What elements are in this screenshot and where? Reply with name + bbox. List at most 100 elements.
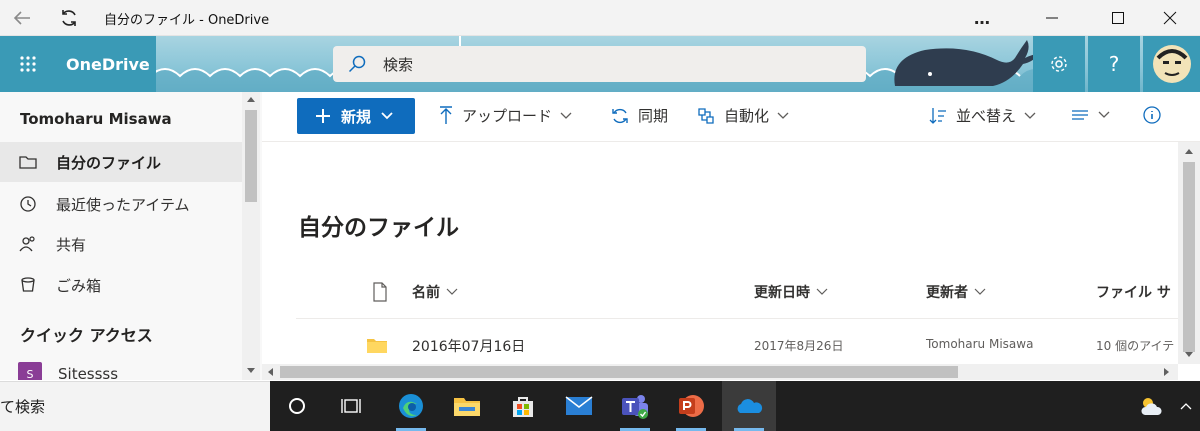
minimize-icon[interactable] [1040,6,1064,30]
sort-label: 並べ替え [956,107,1017,125]
site-item[interactable]: S Sitessss [18,362,118,380]
folder-icon [19,156,37,169]
scroll-left-icon [268,368,273,376]
taskbar-search-text: て検索 [0,398,46,416]
nav-label: 自分のファイル [56,153,162,172]
chevron-down-icon [381,112,393,120]
weather-widget[interactable] [1124,381,1178,431]
scroll-down-icon [247,368,255,373]
gear-icon [1051,56,1067,72]
upload-icon [440,105,452,124]
row-modified: 2017年8月26日 [754,339,844,353]
command-bar: 新規 アップロード 同期 自動化 並べ替え [262,92,1200,142]
powerpoint-icon [679,395,704,417]
sidebar-scrollbar[interactable] [242,92,260,380]
search-input[interactable]: 検索 [333,46,866,82]
column-modified-by-label: 更新者 [926,285,968,301]
close-icon[interactable] [1158,6,1182,30]
column-header-modified-by[interactable]: 更新者 [926,282,986,302]
quick-access-heading: クイック アクセス [20,326,153,345]
file-explorer-app[interactable] [440,381,494,431]
document-icon [373,282,387,302]
row-file-size: 10 個のアイテ [1096,339,1175,353]
file-type-column-header[interactable] [366,282,388,302]
onedrive-icon [737,399,763,413]
column-header-file-size[interactable]: ファイル サ [1096,282,1171,302]
nav-item-shared[interactable]: 共有 [0,224,242,264]
search-icon [348,55,366,73]
app-header: OneDrive 検索 ? [0,36,1200,92]
nav-item-recent[interactable]: 最近使ったアイテム [0,184,242,224]
more-options-icon[interactable]: … [970,6,994,30]
main-horizontal-scrollbar[interactable] [262,364,1178,380]
taskbar-search-box[interactable]: て検索 [0,381,270,431]
history-icon [20,196,36,212]
weather-icon [1141,398,1162,415]
file-list-region: 自分のファイル 名前 更新日時 更新者 ファイル サ 2016年07月16日 2… [262,142,1178,364]
upload-button[interactable]: アップロード [438,105,580,126]
help-button[interactable]: ? [1088,36,1140,92]
window-titlebar: 自分のファイル - OneDrive … [0,0,1200,36]
powerpoint-app[interactable] [664,381,718,431]
show-hidden-icons-button[interactable] [1172,381,1200,431]
site-label: Sitessss [58,365,119,380]
main-horizontal-scroll-thumb[interactable] [280,366,958,378]
settings-button[interactable] [1033,36,1085,92]
mail-app[interactable] [552,381,606,431]
nav-item-my-files[interactable]: 自分のファイル [0,142,242,182]
store-app[interactable] [496,381,550,431]
info-button[interactable] [1142,105,1170,125]
left-navigation: Tomoharu Misawa 自分のファイル 最近使ったアイテム 共有 ごみ箱… [0,92,262,380]
avatar [1152,45,1191,83]
column-header-name[interactable]: 名前 [412,282,458,302]
people-icon [19,236,35,252]
nav-label: ごみ箱 [56,276,102,295]
sync-button[interactable]: 同期 [610,105,668,126]
column-header-modified[interactable]: 更新日時 [754,282,828,302]
chevron-down-icon [1098,111,1110,118]
recycle-bin-icon [21,277,35,292]
edge-app[interactable] [384,381,438,431]
row-name[interactable]: 2016年07月16日 [412,336,525,356]
search-placeholder: 検索 [383,55,414,74]
file-explorer-icon [454,398,480,416]
cortana-button[interactable] [270,381,324,431]
folder-icon [367,339,387,353]
teams-app[interactable] [608,381,662,431]
maximize-icon[interactable] [1106,6,1130,30]
task-view-button[interactable] [324,381,378,431]
nav-item-recycle-bin[interactable]: ごみ箱 [0,265,242,305]
row-modified-by: Tomoharu Misawa [926,337,1034,351]
automate-label: 自動化 [724,107,770,125]
automate-button[interactable]: 自動化 [696,105,797,126]
column-file-size-label: ファイル サ [1096,285,1171,301]
back-arrow-icon[interactable] [10,6,34,30]
mail-icon [565,396,593,415]
sort-button[interactable]: 並べ替え [928,105,1044,126]
upload-label: アップロード [462,107,553,125]
list-view-icon [1072,110,1088,120]
scroll-right-icon [1164,368,1169,376]
chevron-down-icon [446,288,458,295]
sidebar-scroll-thumb[interactable] [245,110,257,202]
chevron-down-icon [974,288,986,295]
windows-taskbar: て検索 [0,381,1200,431]
account-button[interactable] [1143,36,1200,92]
main-vertical-scrollbar[interactable] [1178,142,1200,364]
brand-onedrive-link[interactable]: OneDrive [56,36,156,92]
main-vertical-scroll-thumb[interactable] [1183,162,1195,352]
chevron-down-icon [777,112,789,119]
window-title: 自分のファイル - OneDrive [104,13,270,28]
site-badge: S [18,362,42,380]
onedrive-app[interactable] [722,381,776,431]
cortana-icon [289,398,305,414]
refresh-icon[interactable] [57,6,81,30]
chevron-down-icon [1024,112,1036,119]
view-options-button[interactable] [1070,105,1118,125]
teams-icon [622,395,648,419]
waffle-icon [20,56,36,72]
scroll-down-icon [1185,352,1193,357]
app-launcher-button[interactable] [0,36,56,92]
new-button[interactable]: 新規 [297,98,415,134]
task-view-icon [341,399,361,413]
